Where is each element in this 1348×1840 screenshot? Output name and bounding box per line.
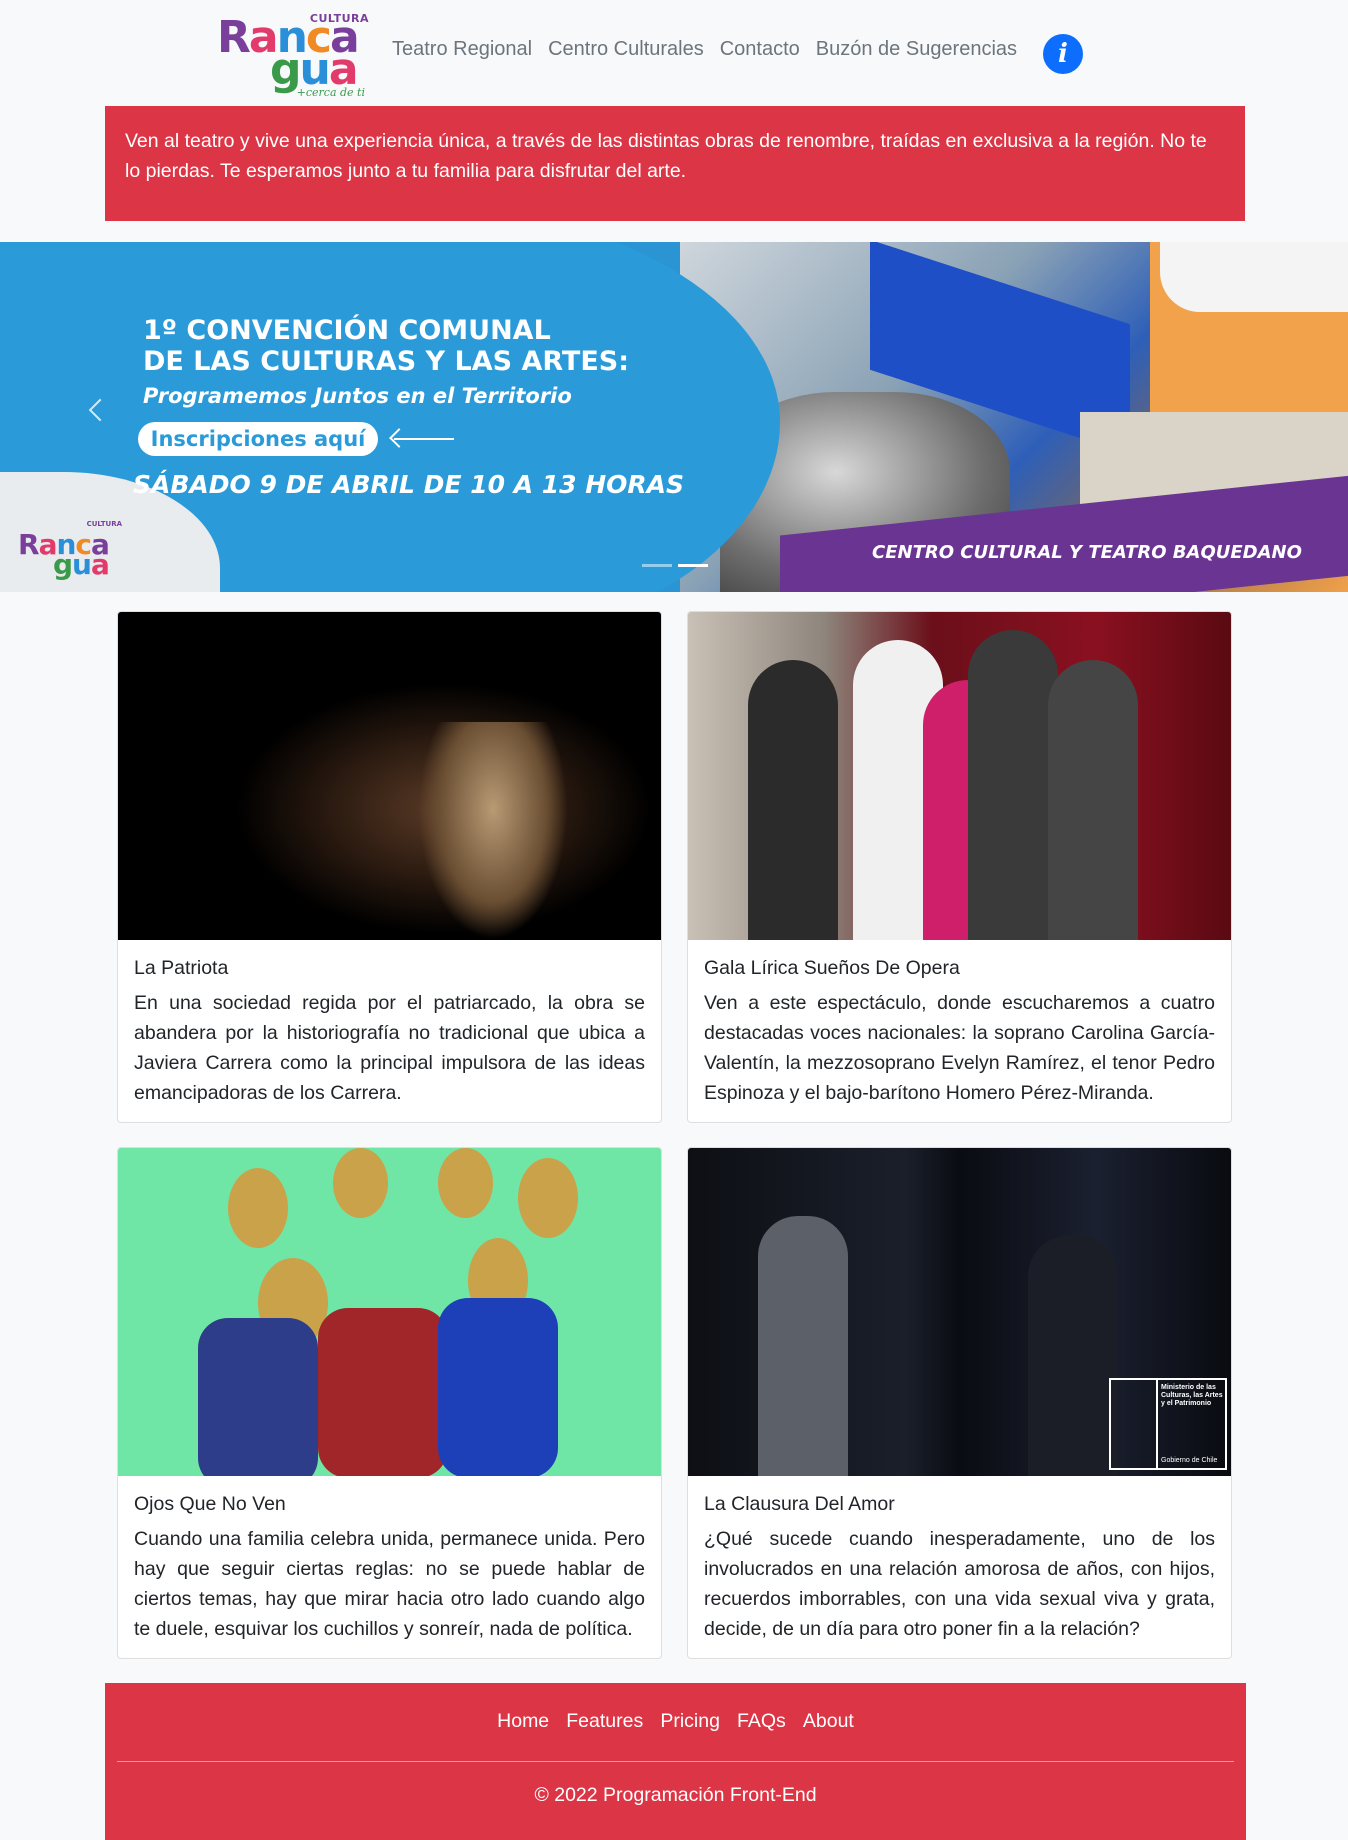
nav-teatro-regional[interactable]: Teatro Regional [392, 34, 532, 64]
gobierno-chile-text: Gobierno de Chile [1161, 1457, 1218, 1464]
footer-link-faqs[interactable]: FAQs [737, 1710, 786, 1732]
inscripciones-button[interactable]: Inscripciones aquí [138, 422, 378, 456]
event-card-gala-lirica[interactable]: Gala Lírica Sueños De Opera Ven a este e… [687, 611, 1232, 1123]
intro-alert: Ven al teatro y vive una experiencia úni… [105, 106, 1245, 221]
carousel-indicator-2[interactable] [678, 564, 708, 567]
site-header: CULTURA Ranca gua +cerca de ti Teatro Re… [0, 0, 1348, 106]
carousel-heading-2: DE LAS CULTURAS Y LAS ARTES: [143, 346, 630, 377]
actor-figure [758, 1216, 848, 1476]
event-card-la-clausura-del-amor[interactable]: Ministerio de las Culturas, las Artes y … [687, 1147, 1232, 1659]
main-nav: Teatro Regional Centro Culturales Contac… [392, 34, 1033, 64]
alert-text: Ven al teatro y vive una experiencia úni… [125, 130, 1207, 182]
card-image-ojos-que-no-ven [118, 1148, 661, 1476]
footer-copyright: © 2022 Programación Front-End [534, 1784, 817, 1806]
mask-figure [518, 1158, 578, 1238]
card-title: La Patriota [134, 957, 229, 979]
cultura-rancagua-logo[interactable]: CULTURA Ranca gua +cerca de ti [215, 10, 371, 99]
card-image-la-patriota [118, 612, 661, 940]
card-text: Cuando una familia celebra unida, perman… [134, 1528, 645, 1640]
carousel-logo-cultura: CULTURA [86, 520, 122, 528]
footer-nav: Home Features Pricing FAQs About [105, 1710, 1246, 1733]
carousel-logo-gua: gua [53, 548, 110, 581]
carousel-venue: CENTRO CULTURAL Y TEATRO BAQUEDANO [872, 542, 1302, 563]
actress-figure [418, 722, 568, 940]
card-title: La Clausura Del Amor [704, 1493, 895, 1515]
card-image-gala-lirica [688, 612, 1231, 940]
singer-figure [748, 660, 838, 940]
person-figure [318, 1308, 448, 1476]
singer-figure [968, 630, 1058, 940]
carousel-date: SÁBADO 9 DE ABRIL DE 10 A 13 HORAS [133, 470, 685, 499]
hero-carousel[interactable]: 1º CONVENCIÓN COMUNAL DE LAS CULTURAS Y … [0, 242, 1348, 592]
carousel-indicator-1[interactable] [642, 564, 672, 567]
nav-centro-culturales[interactable]: Centro Culturales [548, 34, 704, 64]
footer-divider [117, 1761, 1234, 1762]
actress-figure [1028, 1236, 1118, 1476]
card-text: ¿Qué sucede cuando inesperadamente, uno … [704, 1528, 1215, 1640]
ministerio-crest [1111, 1380, 1158, 1468]
event-card-ojos-que-no-ven[interactable]: Ojos Que No Ven Cuando una familia celeb… [117, 1147, 662, 1659]
card-title: Gala Lírica Sueños De Opera [704, 957, 960, 979]
arrow-left-icon [394, 438, 454, 440]
info-icon[interactable]: i [1043, 34, 1083, 74]
person-figure [198, 1318, 318, 1476]
mask-figure [228, 1168, 288, 1248]
card-text: En una sociedad regida por el patriarcad… [134, 992, 645, 1104]
carousel-heading-1: 1º CONVENCIÓN COMUNAL [143, 315, 551, 346]
site-footer: Home Features Pricing FAQs About © 2022 … [105, 1683, 1246, 1840]
nav-buzon-sugerencias[interactable]: Buzón de Sugerencias [816, 34, 1017, 64]
ministerio-text: Ministerio de las Culturas, las Artes y … [1161, 1384, 1223, 1407]
footer-link-pricing[interactable]: Pricing [660, 1710, 720, 1732]
mask-figure [333, 1148, 388, 1218]
footer-link-about[interactable]: About [803, 1710, 854, 1732]
logo-tagline: +cerca de ti [296, 86, 365, 99]
card-title: Ojos Que No Ven [134, 1493, 286, 1515]
person-figure [438, 1298, 558, 1476]
singer-figure [1048, 660, 1138, 940]
carousel-subheading: Programemos Juntos en el Territorio [143, 384, 572, 408]
carousel-rancagua-logo: CULTURA Ranca gua [18, 520, 128, 581]
nav-contacto[interactable]: Contacto [720, 34, 800, 64]
footer-link-home[interactable]: Home [497, 1710, 549, 1732]
logo-gua-text: gua [270, 44, 359, 95]
card-text: Ven a este espectáculo, donde escucharem… [704, 992, 1215, 1104]
footer-link-features[interactable]: Features [566, 1710, 643, 1732]
ministerio-culturas-badge: Ministerio de las Culturas, las Artes y … [1109, 1378, 1227, 1470]
event-card-la-patriota[interactable]: La Patriota En una sociedad regida por e… [117, 611, 662, 1123]
card-image-la-clausura: Ministerio de las Culturas, las Artes y … [688, 1148, 1231, 1476]
mask-figure [438, 1148, 493, 1218]
carousel-speech-bubble [1160, 242, 1348, 312]
